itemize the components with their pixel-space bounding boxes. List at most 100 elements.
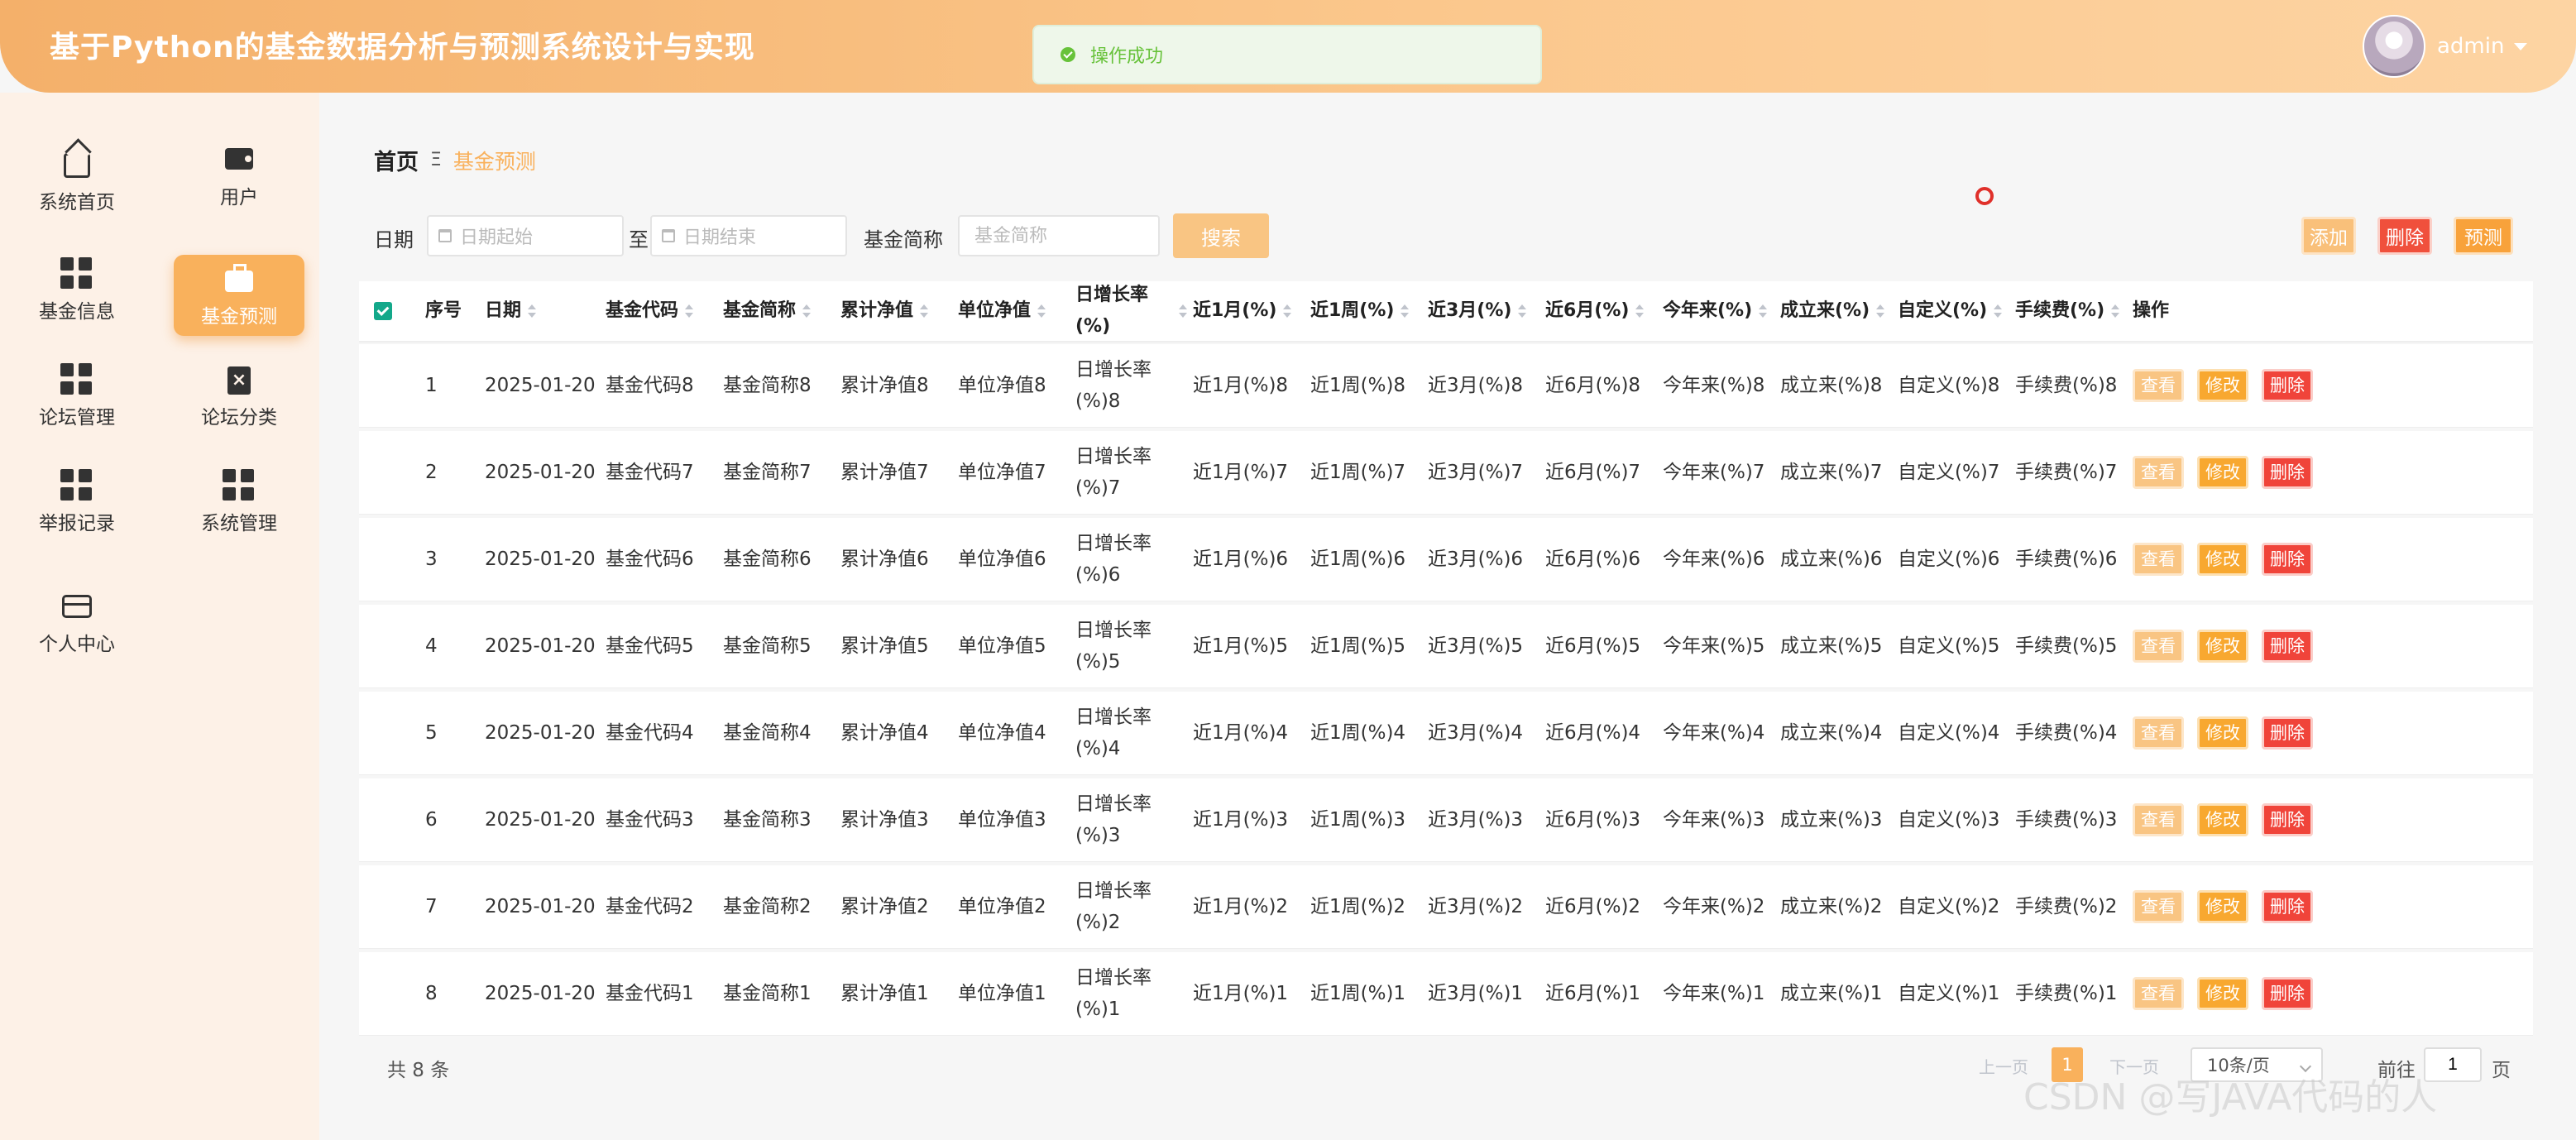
sort-icon[interactable]: [1759, 304, 1768, 318]
sidebar-item-label: 个人中心: [39, 634, 115, 655]
table-cell: 基金简称2: [723, 896, 812, 917]
sort-icon[interactable]: [1037, 304, 1046, 318]
view-button[interactable]: 查看: [2133, 456, 2184, 489]
edit-button[interactable]: 修改: [2197, 716, 2248, 750]
column-header[interactable]: 基金简称: [716, 295, 834, 327]
table-cell: 近1月(%)3: [1193, 809, 1289, 831]
sidebar: 系统首页 用户 基金信息 基金预测 论坛管理 × 论坛分类 举报记录 系统管理 …: [0, 93, 319, 1140]
sidebar-item-home[interactable]: 系统首页: [12, 141, 142, 222]
column-header[interactable]: 自定义(%): [1891, 295, 2009, 327]
table-cell: 2025-01-20: [485, 896, 596, 917]
column-header[interactable]: 日增长率(%): [1069, 280, 1187, 342]
view-button[interactable]: 查看: [2133, 630, 2184, 663]
sort-icon[interactable]: [920, 304, 929, 318]
fund-name-input[interactable]: [958, 215, 1160, 256]
sidebar-item-profile[interactable]: 个人中心: [12, 582, 142, 663]
table-cell: 近3月(%)2: [1428, 896, 1524, 917]
column-header[interactable]: 累计净值: [834, 295, 951, 327]
sort-icon[interactable]: [1994, 304, 2003, 318]
table-cell: 近1月(%)2: [1193, 896, 1289, 917]
row-actions: 查看 修改 删除: [2126, 456, 2333, 489]
table-cell: 单位净值5: [958, 635, 1046, 657]
edit-button[interactable]: 修改: [2197, 456, 2248, 489]
breadcrumb-home[interactable]: 首页: [374, 144, 419, 176]
edit-button[interactable]: 修改: [2197, 890, 2248, 923]
sort-icon[interactable]: [802, 304, 812, 318]
table-cell: 单位净值4: [958, 722, 1046, 744]
column-header[interactable]: 日期: [478, 295, 599, 327]
table-cell: 累计净值8: [840, 375, 929, 396]
date-end-input[interactable]: 日期结束: [650, 215, 847, 256]
predict-button[interactable]: 预测: [2454, 217, 2513, 255]
sort-icon[interactable]: [1876, 304, 1885, 318]
table-cell: 日增长率(%)4: [1075, 707, 1152, 759]
view-button[interactable]: 查看: [2133, 369, 2184, 402]
delete-button[interactable]: 删除: [2262, 803, 2313, 836]
prev-page-button[interactable]: 上一页: [1979, 1054, 2028, 1078]
avatar[interactable]: [2363, 15, 2425, 78]
view-button[interactable]: 查看: [2133, 890, 2184, 923]
column-header[interactable]: 基金代码: [599, 295, 716, 327]
table-cell: 今年来(%)2: [1663, 896, 1765, 917]
sidebar-item-reports[interactable]: 举报记录: [12, 462, 142, 543]
sort-icon[interactable]: [1179, 304, 1187, 318]
table-cell: 近3月(%)7: [1428, 462, 1524, 483]
table-cell: 基金简称5: [723, 635, 812, 657]
delete-button[interactable]: 删除: [2262, 890, 2313, 923]
sidebar-item-fund-prediction[interactable]: 基金预测: [174, 255, 304, 336]
sidebar-item-forum-category[interactable]: × 论坛分类: [174, 356, 304, 437]
sidebar-item-system[interactable]: 系统管理: [174, 462, 304, 543]
table-cell: 近6月(%)6: [1545, 548, 1641, 570]
edit-button[interactable]: 修改: [2197, 543, 2248, 576]
column-header[interactable]: 近1周(%): [1304, 295, 1421, 327]
table-cell: 单位净值8: [958, 375, 1046, 396]
date-start-input[interactable]: 日期起始: [427, 215, 624, 256]
table-cell: 近1周(%)5: [1310, 635, 1406, 657]
batch-delete-button[interactable]: 删除: [2377, 217, 2432, 255]
table-cell: 日增长率(%)8: [1075, 359, 1152, 412]
edit-button[interactable]: 修改: [2197, 369, 2248, 402]
user-name[interactable]: admin: [2437, 34, 2504, 59]
table-cell: 自定义(%)2: [1898, 896, 2000, 917]
sidebar-item-forum-management[interactable]: 论坛管理: [12, 356, 142, 437]
column-header[interactable]: 近1月(%): [1186, 295, 1304, 327]
sort-icon[interactable]: [528, 304, 537, 318]
delete-button[interactable]: 删除: [2262, 630, 2313, 663]
chevron-down-icon[interactable]: [2514, 42, 2528, 50]
edit-button[interactable]: 修改: [2197, 803, 2248, 836]
delete-button[interactable]: 删除: [2262, 716, 2313, 750]
user-menu[interactable]: admin: [2363, 15, 2528, 78]
edit-button[interactable]: 修改: [2197, 630, 2248, 663]
column-header[interactable]: 今年来(%): [1656, 295, 1774, 327]
edit-button[interactable]: 修改: [2197, 977, 2248, 1010]
sort-icon[interactable]: [1283, 304, 1292, 318]
sort-icon[interactable]: [2111, 304, 2120, 318]
sort-icon[interactable]: [1401, 304, 1410, 318]
sort-icon[interactable]: [1518, 304, 1527, 318]
table-cell: 近3月(%)8: [1428, 375, 1524, 396]
view-button[interactable]: 查看: [2133, 716, 2184, 750]
column-header[interactable]: 单位净值: [951, 295, 1069, 327]
sort-icon[interactable]: [685, 304, 694, 318]
view-button[interactable]: 查看: [2133, 977, 2184, 1010]
view-button[interactable]: 查看: [2133, 803, 2184, 836]
column-header[interactable]: 近3月(%): [1421, 295, 1539, 327]
column-header[interactable]: 手续费(%): [2009, 295, 2126, 327]
column-header[interactable]: 近6月(%): [1539, 295, 1656, 327]
delete-button[interactable]: 删除: [2262, 456, 2313, 489]
column-header[interactable]: 成立来(%): [1774, 295, 1891, 327]
table-cell: 近6月(%)7: [1545, 462, 1641, 483]
delete-button[interactable]: 删除: [2262, 369, 2313, 402]
table-cell: 单位净值3: [958, 809, 1046, 831]
view-button[interactable]: 查看: [2133, 543, 2184, 576]
delete-button[interactable]: 删除: [2262, 977, 2313, 1010]
sort-icon[interactable]: [1635, 304, 1645, 318]
table-cell: 今年来(%)7: [1663, 462, 1765, 483]
select-all-checkbox[interactable]: [374, 302, 392, 320]
sidebar-item-users[interactable]: 用户: [174, 136, 304, 217]
sidebar-item-fund-info[interactable]: 基金信息: [12, 250, 142, 331]
search-button[interactable]: 搜索: [1173, 213, 1269, 258]
delete-button[interactable]: 删除: [2262, 543, 2313, 576]
to-label: 至: [629, 228, 649, 251]
add-button[interactable]: 添加: [2301, 217, 2356, 255]
